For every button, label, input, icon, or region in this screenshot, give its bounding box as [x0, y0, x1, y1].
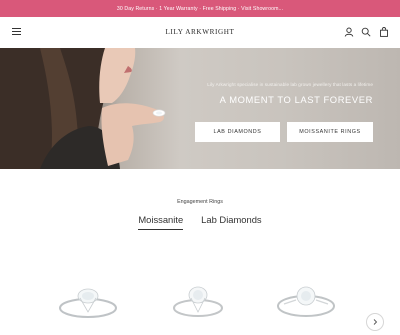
section-label: Engagement Rings — [177, 199, 223, 205]
announcement-bar[interactable]: 30 Day Returns · 1 Year Warranty · Free … — [0, 0, 400, 17]
cart-icon[interactable] — [379, 27, 389, 37]
hero-subtitle: Lily Arkwright specialise in sustainable… — [207, 82, 373, 87]
site-logo[interactable]: LILY ARKWRIGHT — [0, 28, 400, 36]
account-icon[interactable] — [344, 27, 354, 37]
hero-image — [0, 48, 166, 169]
ring-product-image[interactable] — [274, 282, 338, 335]
announcement-text[interactable]: 30 Day Returns · 1 Year Warranty · Free … — [117, 6, 283, 12]
ring-product-image[interactable] — [166, 282, 230, 335]
search-icon[interactable] — [361, 27, 371, 37]
hero-text-block: Lily Arkwright specialise in sustainable… — [207, 82, 373, 105]
moissanite-rings-button[interactable]: MOISSANITE RINGS — [287, 122, 373, 142]
hero-title: A MOMENT TO LAST FOREVER — [219, 94, 373, 105]
tab-moissanite[interactable]: Moissanite — [138, 214, 184, 230]
lab-diamonds-button[interactable]: LAB DIAMONDS — [195, 122, 280, 142]
tab-lab-diamonds[interactable]: Lab Diamonds — [201, 214, 261, 230]
ring-product-image[interactable] — [56, 282, 120, 335]
site-header: LILY ARKWRIGHT — [0, 17, 400, 48]
hero-banner: Lily Arkwright specialise in sustainable… — [0, 48, 400, 169]
collection-tabs: Moissanite Lab Diamonds — [0, 214, 400, 230]
carousel-next-button[interactable] — [366, 313, 384, 331]
chevron-right-icon — [373, 319, 378, 325]
